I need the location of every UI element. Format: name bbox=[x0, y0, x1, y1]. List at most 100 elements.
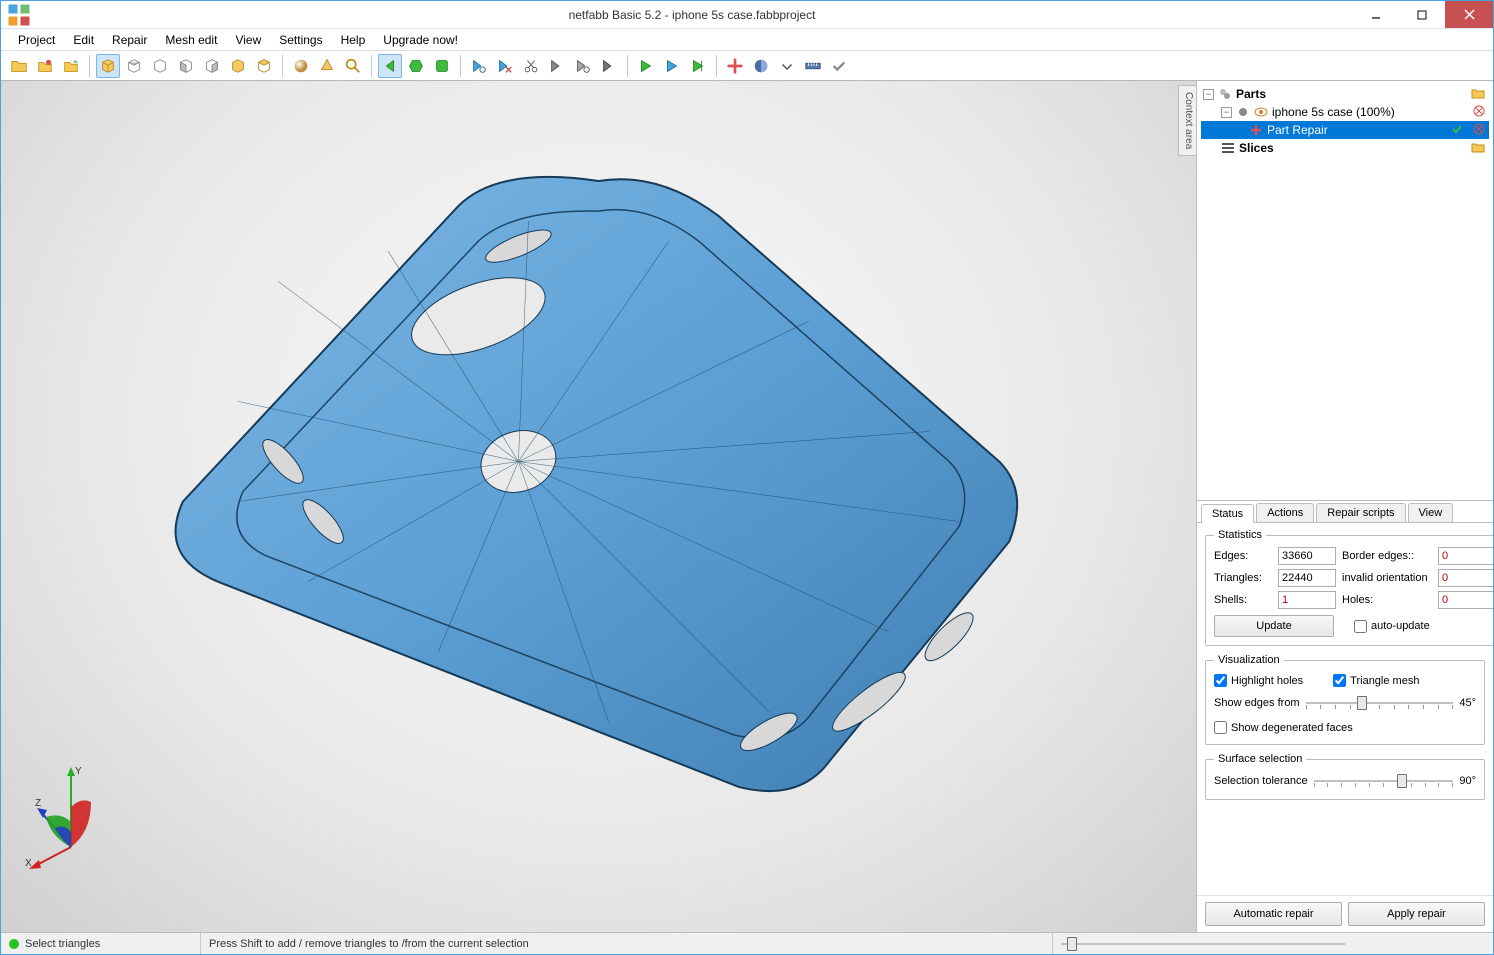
visibility-icon[interactable] bbox=[1236, 105, 1250, 119]
cut-icon[interactable] bbox=[519, 54, 543, 78]
open-icon[interactable] bbox=[7, 54, 31, 78]
shell-a-icon[interactable] bbox=[545, 54, 569, 78]
selection-tolerance-slider[interactable] bbox=[1314, 771, 1454, 791]
selection-tolerance-value: 90° bbox=[1459, 775, 1476, 787]
apply-repair-button[interactable]: Apply repair bbox=[1348, 902, 1485, 926]
view-top-icon[interactable] bbox=[122, 54, 146, 78]
square-green-icon[interactable] bbox=[430, 54, 454, 78]
zoom-icon[interactable] bbox=[341, 54, 365, 78]
parts-tree[interactable]: − Parts − iphone 5s case (100%) Part bbox=[1197, 81, 1493, 501]
hexagon-green-icon[interactable] bbox=[404, 54, 428, 78]
repair-icon[interactable] bbox=[723, 54, 747, 78]
menu-edit[interactable]: Edit bbox=[64, 31, 103, 49]
app-window: netfabb Basic 5.2 - iphone 5s case.fabbp… bbox=[0, 0, 1494, 955]
triangle-mesh-checkbox[interactable]: Triangle mesh bbox=[1333, 674, 1419, 687]
edges-angle-slider[interactable] bbox=[1306, 693, 1454, 713]
maximize-button[interactable] bbox=[1399, 1, 1445, 28]
view-bottom-icon[interactable] bbox=[148, 54, 172, 78]
menu-project[interactable]: Project bbox=[9, 31, 64, 49]
view-default-icon[interactable] bbox=[96, 54, 120, 78]
show-degenerated-label: Show degenerated faces bbox=[1231, 722, 1353, 734]
shells-label: Shells: bbox=[1214, 594, 1272, 606]
separator bbox=[371, 55, 372, 77]
delete-icon[interactable] bbox=[1473, 123, 1485, 138]
menu-view[interactable]: View bbox=[226, 31, 270, 49]
tab-view[interactable]: View bbox=[1408, 503, 1454, 522]
dropdown-arrow-icon[interactable] bbox=[775, 54, 799, 78]
tab-status[interactable]: Status bbox=[1201, 504, 1254, 523]
minimize-button[interactable] bbox=[1353, 1, 1399, 28]
menu-help[interactable]: Help bbox=[332, 31, 375, 49]
color-icon[interactable] bbox=[749, 54, 773, 78]
automatic-repair-button[interactable]: Automatic repair bbox=[1205, 902, 1342, 926]
separator bbox=[460, 55, 461, 77]
menu-settings[interactable]: Settings bbox=[270, 31, 331, 49]
tree-part-item[interactable]: − iphone 5s case (100%) bbox=[1201, 103, 1489, 121]
tree-parts-root[interactable]: − Parts bbox=[1201, 85, 1489, 103]
select-a-icon[interactable] bbox=[467, 54, 491, 78]
axis-gizmo[interactable]: Y X Z bbox=[21, 762, 121, 872]
shading-icon[interactable] bbox=[289, 54, 313, 78]
apply-icon[interactable] bbox=[1451, 123, 1463, 138]
view-right-icon[interactable] bbox=[200, 54, 224, 78]
shells-value[interactable] bbox=[1278, 591, 1336, 609]
update-button[interactable]: Update bbox=[1214, 615, 1334, 637]
invalid-orientation-value[interactable] bbox=[1438, 569, 1493, 587]
play-green-a-icon[interactable] bbox=[634, 54, 658, 78]
menu-repair[interactable]: Repair bbox=[103, 31, 156, 49]
status-slider[interactable] bbox=[1053, 933, 1353, 954]
triangles-value[interactable] bbox=[1278, 569, 1336, 587]
select-b-icon[interactable] bbox=[493, 54, 517, 78]
save-icon[interactable] bbox=[59, 54, 83, 78]
menu-upgrade[interactable]: Upgrade now! bbox=[374, 31, 467, 49]
delete-icon[interactable] bbox=[1473, 105, 1485, 120]
auto-update-checkbox[interactable]: auto-update bbox=[1354, 620, 1430, 633]
context-area-tab[interactable]: Context area bbox=[1178, 85, 1196, 156]
triangle-mesh-input[interactable] bbox=[1333, 674, 1346, 687]
window-title: netfabb Basic 5.2 - iphone 5s case.fabbp… bbox=[31, 8, 1353, 22]
view-left-icon[interactable] bbox=[174, 54, 198, 78]
collapse-icon[interactable]: − bbox=[1221, 107, 1232, 118]
triangles-label: Triangles: bbox=[1214, 572, 1272, 584]
view-back-icon[interactable] bbox=[252, 54, 276, 78]
collapse-icon[interactable]: − bbox=[1203, 89, 1214, 100]
measure-icon[interactable] bbox=[801, 54, 825, 78]
parts-label: Parts bbox=[1236, 87, 1467, 101]
check-icon[interactable] bbox=[827, 54, 851, 78]
close-button[interactable] bbox=[1445, 1, 1493, 28]
svg-text:Z: Z bbox=[35, 798, 41, 809]
play-green-left-icon[interactable] bbox=[378, 54, 402, 78]
folder-icon[interactable] bbox=[1471, 87, 1485, 102]
tree-slices-root[interactable]: Slices bbox=[1201, 139, 1489, 157]
add-part-icon[interactable] bbox=[33, 54, 57, 78]
shell-c-icon[interactable] bbox=[597, 54, 621, 78]
tab-actions[interactable]: Actions bbox=[1256, 503, 1314, 522]
menu-mesh-edit[interactable]: Mesh edit bbox=[156, 31, 226, 49]
edges-value[interactable] bbox=[1278, 547, 1336, 565]
holes-value[interactable] bbox=[1438, 591, 1493, 609]
transparency-icon[interactable] bbox=[315, 54, 339, 78]
shell-b-icon[interactable] bbox=[571, 54, 595, 78]
show-degenerated-input[interactable] bbox=[1214, 721, 1227, 734]
status-hint: Press Shift to add / remove triangles to… bbox=[201, 933, 1053, 954]
highlight-holes-input[interactable] bbox=[1214, 674, 1227, 687]
status-mode-text: Select triangles bbox=[25, 938, 100, 950]
view-front-icon[interactable] bbox=[226, 54, 250, 78]
auto-update-input[interactable] bbox=[1354, 620, 1367, 633]
folder-icon[interactable] bbox=[1471, 141, 1485, 156]
eye-icon[interactable] bbox=[1254, 105, 1268, 119]
play-green-b-icon[interactable] bbox=[686, 54, 710, 78]
svg-text:Y: Y bbox=[75, 766, 82, 777]
parts-icon bbox=[1218, 87, 1232, 101]
tab-repair-scripts[interactable]: Repair scripts bbox=[1316, 503, 1405, 522]
border-edges-value[interactable] bbox=[1438, 547, 1493, 565]
edges-angle-value: 45° bbox=[1459, 697, 1476, 709]
highlight-holes-label: Highlight holes bbox=[1231, 675, 1303, 687]
statistics-group: Statistics Edges: Border edges:: Triangl… bbox=[1205, 529, 1493, 646]
show-degenerated-checkbox[interactable]: Show degenerated faces bbox=[1214, 721, 1476, 734]
highlight-holes-checkbox[interactable]: Highlight holes bbox=[1214, 674, 1303, 687]
3d-viewport[interactable]: Context area bbox=[1, 81, 1197, 932]
play-blue-icon[interactable] bbox=[660, 54, 684, 78]
tree-repair-item[interactable]: Part Repair bbox=[1201, 121, 1489, 139]
repair-label: Part Repair bbox=[1267, 123, 1447, 137]
